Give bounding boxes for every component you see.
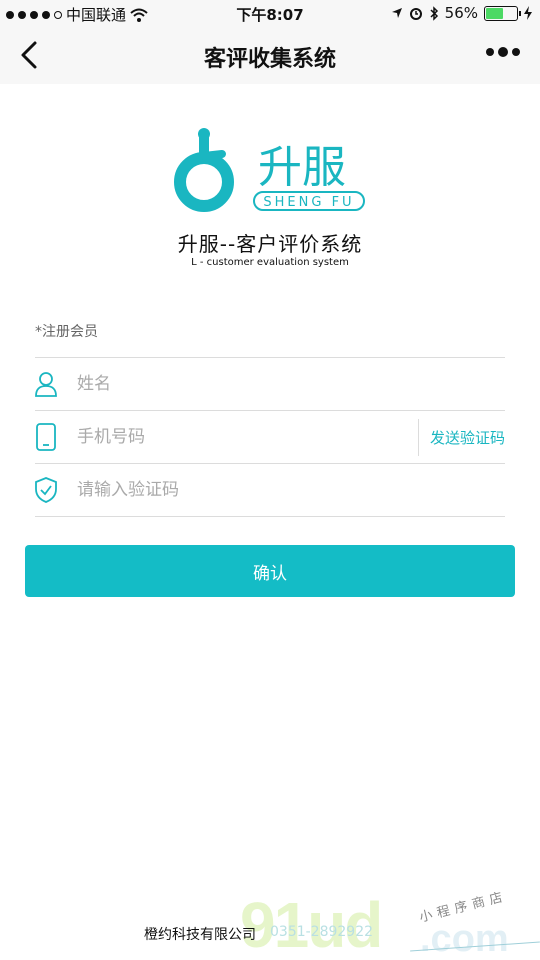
location-icon bbox=[391, 8, 402, 18]
company-phone: 0351-2892922 bbox=[270, 924, 374, 940]
page-title: 客评收集系统 bbox=[203, 47, 336, 72]
brand-subtitle: L - customer evaluation system bbox=[191, 257, 349, 268]
register-form: *注册会员 发送验证码 bbox=[35, 304, 505, 517]
dot bbox=[498, 47, 508, 57]
name-row bbox=[35, 358, 505, 411]
brand-logo: 升服 SHENG FU bbox=[174, 128, 365, 212]
battery-percent: 56% bbox=[444, 4, 478, 22]
footer: 橙约科技有限公司 0351-2892922 bbox=[144, 924, 373, 944]
form-hint: *注册会员 bbox=[35, 304, 505, 358]
user-icon bbox=[35, 370, 57, 398]
watermark-suffix: .com bbox=[420, 918, 509, 960]
phone-input[interactable] bbox=[77, 427, 377, 447]
status-bar: 中国联通 下午8:07 56% bbox=[0, 0, 540, 28]
charging-icon bbox=[524, 6, 532, 20]
dot bbox=[512, 48, 520, 56]
brand-title: 升服--客户评价系统 bbox=[177, 232, 363, 256]
code-row bbox=[35, 464, 505, 517]
logo-en-text: SHENG FU bbox=[263, 195, 354, 210]
logo-cn-text: 升服 bbox=[258, 142, 346, 193]
code-input[interactable] bbox=[77, 480, 377, 500]
status-right: 56% bbox=[391, 4, 532, 22]
send-code-button[interactable]: 发送验证码 bbox=[430, 427, 505, 448]
phone-row: 发送验证码 bbox=[35, 411, 505, 464]
name-input[interactable] bbox=[77, 374, 377, 394]
nav-bar: 客评收集系统 bbox=[0, 28, 540, 84]
divider bbox=[418, 419, 419, 456]
battery-level bbox=[486, 7, 503, 19]
bluetooth-icon bbox=[430, 5, 438, 21]
battery-icon bbox=[484, 5, 521, 21]
confirm-button[interactable]: 确认 bbox=[25, 545, 515, 597]
company-name: 橙约科技有限公司 bbox=[144, 927, 256, 943]
dot bbox=[486, 48, 494, 56]
more-dots-icon[interactable] bbox=[486, 47, 520, 57]
shield-check-icon bbox=[35, 476, 57, 504]
phone-icon bbox=[35, 423, 57, 451]
alarm-icon bbox=[409, 8, 422, 20]
